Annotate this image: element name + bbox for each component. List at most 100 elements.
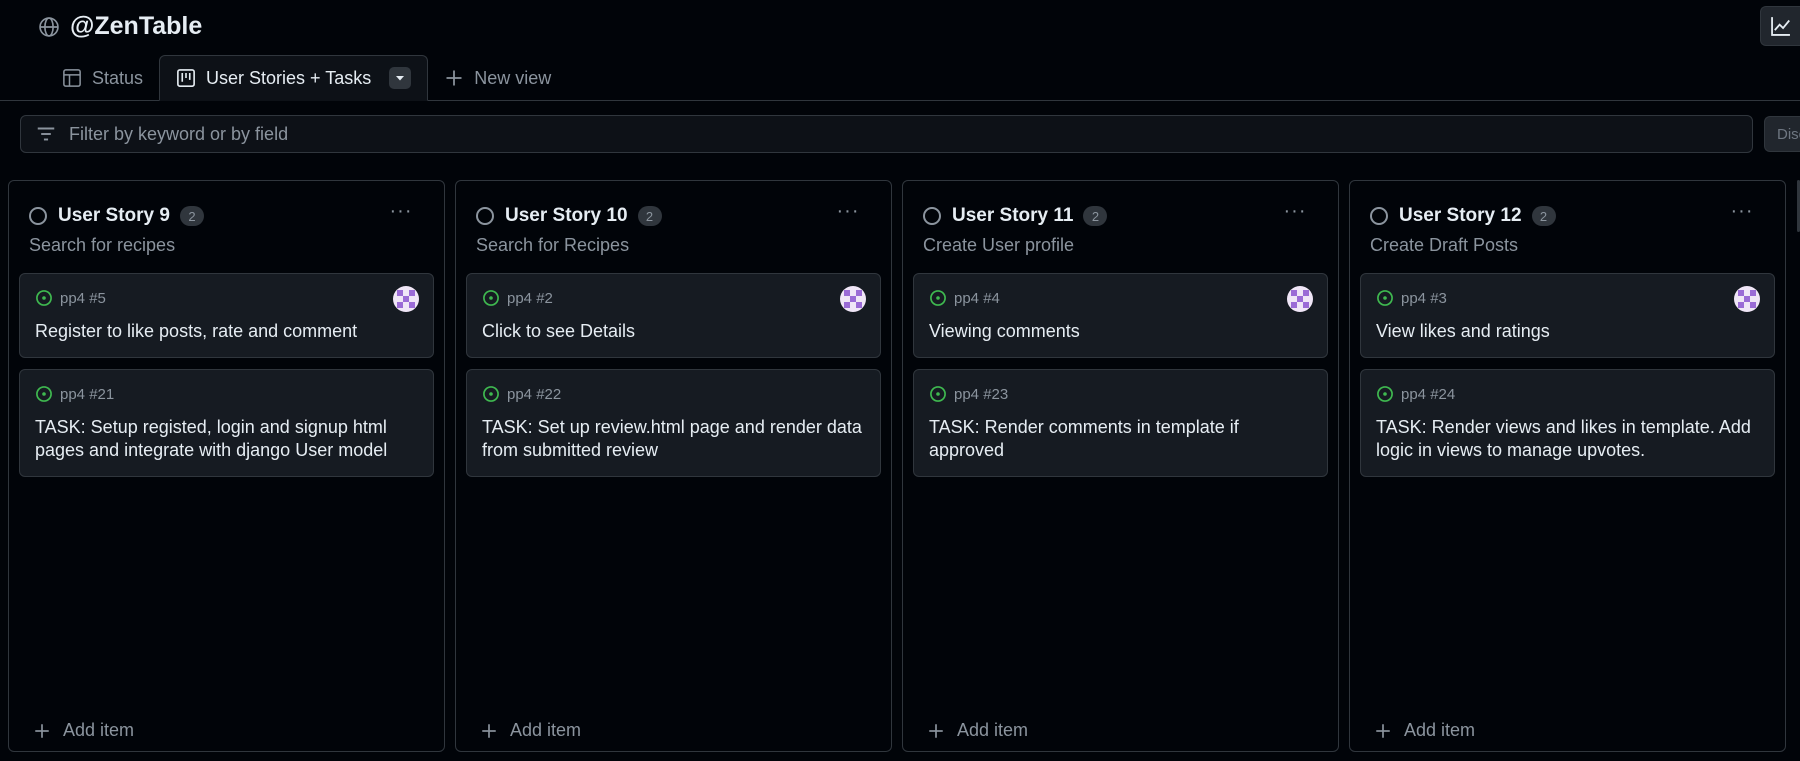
column-menu-button[interactable]: ··· (386, 201, 416, 227)
add-item-label: Add item (510, 720, 582, 740)
column-description: Create User profile (923, 235, 1075, 255)
issue-opened-icon (1377, 290, 1393, 306)
card-reference[interactable]: pp4 #22 (507, 386, 561, 403)
open-circle-icon (1370, 207, 1388, 225)
card-title[interactable]: View likes and ratings (1376, 320, 1759, 343)
board: User Story 9 2 ··· Search for recipes pp… (8, 180, 1786, 752)
card-reference[interactable]: pp4 #4 (954, 290, 1000, 307)
top-bar: @ZenTable Status User Stories + Tasks Ne… (0, 0, 1800, 101)
column-header: User Story 11 2 ··· (923, 201, 1318, 231)
board-card[interactable]: pp4 #22 TASK: Set up review.html page an… (466, 369, 881, 477)
board-card[interactable]: pp4 #23 TASK: Render comments in templat… (913, 369, 1328, 477)
column-title: User Story 10 (505, 205, 628, 226)
filter-bar (20, 115, 1753, 153)
card-title[interactable]: Click to see Details (482, 320, 865, 343)
open-circle-icon (923, 207, 941, 225)
issue-opened-icon (483, 386, 499, 402)
board-icon (177, 69, 195, 87)
open-circle-icon (476, 207, 494, 225)
assignee-avatar[interactable] (840, 286, 866, 312)
card-reference[interactable]: pp4 #2 (507, 290, 553, 307)
card-reference[interactable]: pp4 #3 (1401, 290, 1447, 307)
card-title[interactable]: TASK: Set up review.html page and render… (482, 416, 865, 462)
add-item-button[interactable]: Add item (33, 720, 134, 741)
item-count-badge: 2 (1531, 206, 1556, 226)
issue-opened-icon (36, 290, 52, 306)
column-header: User Story 9 2 ··· (29, 201, 424, 231)
table-icon (63, 69, 81, 87)
column-description: Search for recipes (29, 235, 176, 255)
add-item-button[interactable]: Add item (927, 720, 1028, 741)
view-tabs: Status User Stories + Tasks New view (46, 55, 567, 101)
column-header: User Story 10 2 ··· (476, 201, 871, 231)
item-count-badge: 2 (179, 206, 204, 226)
card-title[interactable]: TASK: Setup registed, login and signup h… (35, 416, 418, 462)
project-title[interactable]: @ZenTable (70, 12, 202, 41)
new-view-button[interactable]: New view (428, 56, 567, 100)
board-card[interactable]: pp4 #24 TASK: Render views and likes in … (1360, 369, 1775, 477)
identicon-icon (1734, 286, 1760, 312)
project-header: @ZenTable (38, 12, 202, 41)
add-item-button[interactable]: Add item (1374, 720, 1475, 741)
column-title: User Story 12 (1399, 205, 1522, 226)
card-title[interactable]: Register to like posts, rate and comment (35, 320, 418, 343)
identicon-icon (840, 286, 866, 312)
filter-icon (37, 127, 55, 141)
column-description: Create Draft Posts (1370, 235, 1519, 255)
column-title: User Story 11 (952, 205, 1074, 226)
add-item-label: Add item (1404, 720, 1476, 740)
tab-label: Status (92, 67, 144, 88)
assignee-avatar[interactable] (1287, 286, 1313, 312)
board-column: User Story 11 2 ··· Create User profile … (902, 180, 1339, 752)
graph-icon (1771, 17, 1790, 36)
plus-icon (1376, 723, 1390, 738)
tab-status[interactable]: Status (46, 56, 159, 100)
board-column: User Story 10 2 ··· Search for Recipes p… (455, 180, 892, 752)
card-reference[interactable]: pp4 #5 (60, 290, 106, 307)
column-menu-button[interactable]: ··· (1280, 201, 1310, 227)
tab-user-stories-tasks[interactable]: User Stories + Tasks (159, 55, 429, 101)
board-column: User Story 9 2 ··· Search for recipes pp… (8, 180, 445, 752)
card-title[interactable]: TASK: Render comments in template if app… (929, 416, 1312, 462)
assignee-avatar[interactable] (393, 286, 419, 312)
board-card[interactable]: pp4 #5 Register to like posts, rate and … (19, 273, 434, 358)
board-card[interactable]: pp4 #2 Click to see Details (466, 273, 881, 358)
identicon-icon (393, 286, 419, 312)
column-menu-button[interactable]: ··· (833, 201, 863, 227)
discard-button[interactable]: Disc (1764, 116, 1800, 152)
issue-opened-icon (930, 290, 946, 306)
filter-input[interactable] (67, 122, 1752, 146)
insights-button[interactable] (1760, 6, 1800, 46)
item-count-badge: 2 (1083, 206, 1108, 226)
plus-icon (446, 70, 462, 86)
card-title[interactable]: TASK: Render views and likes in template… (1376, 416, 1759, 462)
triangle-down-icon (396, 76, 405, 81)
plus-icon (929, 723, 943, 738)
add-item-label: Add item (63, 720, 135, 740)
issue-opened-icon (930, 386, 946, 402)
globe-icon (39, 16, 59, 37)
identicon-icon (1287, 286, 1313, 312)
plus-icon (35, 723, 49, 738)
issue-opened-icon (36, 386, 52, 402)
assignee-avatar[interactable] (1734, 286, 1760, 312)
column-menu-button[interactable]: ··· (1727, 201, 1757, 227)
card-reference[interactable]: pp4 #21 (60, 386, 114, 403)
card-reference[interactable]: pp4 #23 (954, 386, 1008, 403)
view-options-button[interactable] (389, 67, 412, 89)
card-title[interactable]: Viewing comments (929, 320, 1312, 343)
board-card[interactable]: pp4 #21 TASK: Setup registed, login and … (19, 369, 434, 477)
column-description: Search for Recipes (476, 235, 630, 255)
column-header: User Story 12 2 ··· (1370, 201, 1765, 231)
new-view-label: New view (474, 67, 552, 88)
plus-icon (482, 723, 496, 738)
board-column: User Story 12 2 ··· Create Draft Posts p… (1349, 180, 1786, 752)
tab-label: User Stories + Tasks (206, 67, 372, 88)
board-card[interactable]: pp4 #4 Viewing comments (913, 273, 1328, 358)
board-card[interactable]: pp4 #3 View likes and ratings (1360, 273, 1775, 358)
card-reference[interactable]: pp4 #24 (1401, 386, 1455, 403)
issue-opened-icon (483, 290, 499, 306)
add-item-button[interactable]: Add item (480, 720, 581, 741)
column-title: User Story 9 (58, 205, 170, 226)
open-circle-icon (29, 207, 47, 225)
